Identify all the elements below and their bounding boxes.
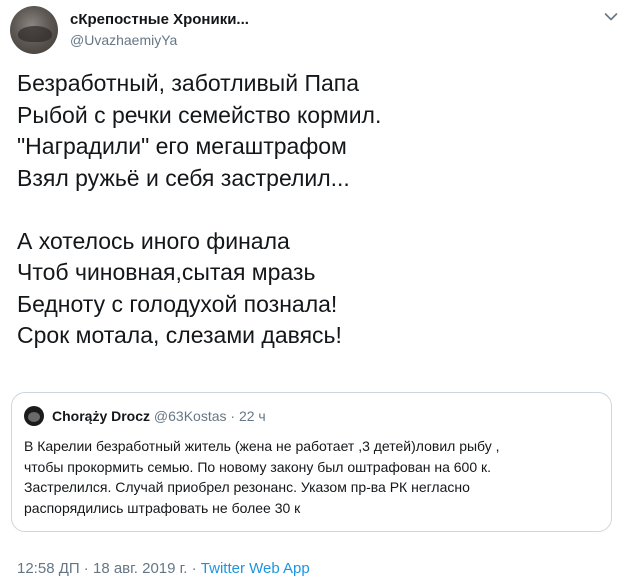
quoted-tweet-time: 22 ч <box>238 408 266 424</box>
quoted-line: Застрелился. Случай приобрел резонанс. У… <box>24 479 470 495</box>
tweet-text: Безработный, заботливый Папа Рыбой с реч… <box>17 68 617 352</box>
separator-dot: · <box>230 408 236 424</box>
author-handle[interactable]: @UvazhaemiyYa <box>70 32 177 48</box>
tweet-line: Безработный, заботливый Папа <box>17 70 360 96</box>
quoted-line: распорядились штрафовать не более 30 к <box>24 499 301 516</box>
tweet-line: Срок мотала, слезами давясь! <box>17 322 342 348</box>
quoted-line: В Карелии безработный житель (жена не ра… <box>24 438 500 454</box>
quoted-line: чтобы прокормить семью. По новому закону… <box>24 458 492 475</box>
tweet-footer: 12:58 ДП · 18 авг. 2019 г. · Twitter Web… <box>17 560 310 577</box>
stanza-gap <box>17 194 617 226</box>
quoted-tweet[interactable]: Chorąży Drocz @63Kostas · 22 ч В Карелии… <box>11 392 612 532</box>
tweet-line: Взял ружьё и себя застрелил... <box>17 164 350 191</box>
source-app-link[interactable]: Twitter Web App <box>201 560 310 577</box>
tweet-line: Чтоб чиновная,сытая мразь <box>17 259 316 285</box>
quoted-author-name: Chorąży Drocz <box>52 408 151 424</box>
author-avatar[interactable] <box>10 6 58 54</box>
tweet-line: А хотелось иного финала <box>17 227 290 254</box>
author-name[interactable]: сКрепостные Хроники... <box>70 11 249 28</box>
tweet-line: Рыбой с речки семейство кормил. <box>17 101 382 128</box>
quoted-tweet-text: В Карелии безработный житель (жена не ра… <box>24 436 604 518</box>
tweet-timestamp[interactable]: 12:58 ДП · 18 авг. 2019 г. · <box>17 560 201 577</box>
chevron-down-icon[interactable] <box>604 12 618 22</box>
quoted-tweet-header: Chorąży Drocz @63Kostas · 22 ч <box>52 408 266 424</box>
tweet-line: "Наградили" его мегаштрафом <box>17 133 347 159</box>
quoted-author-handle: @63Kostas <box>153 408 227 424</box>
tweet-line: Бедноту с голодухой познала! <box>17 290 338 317</box>
quoted-author-avatar <box>24 406 44 426</box>
